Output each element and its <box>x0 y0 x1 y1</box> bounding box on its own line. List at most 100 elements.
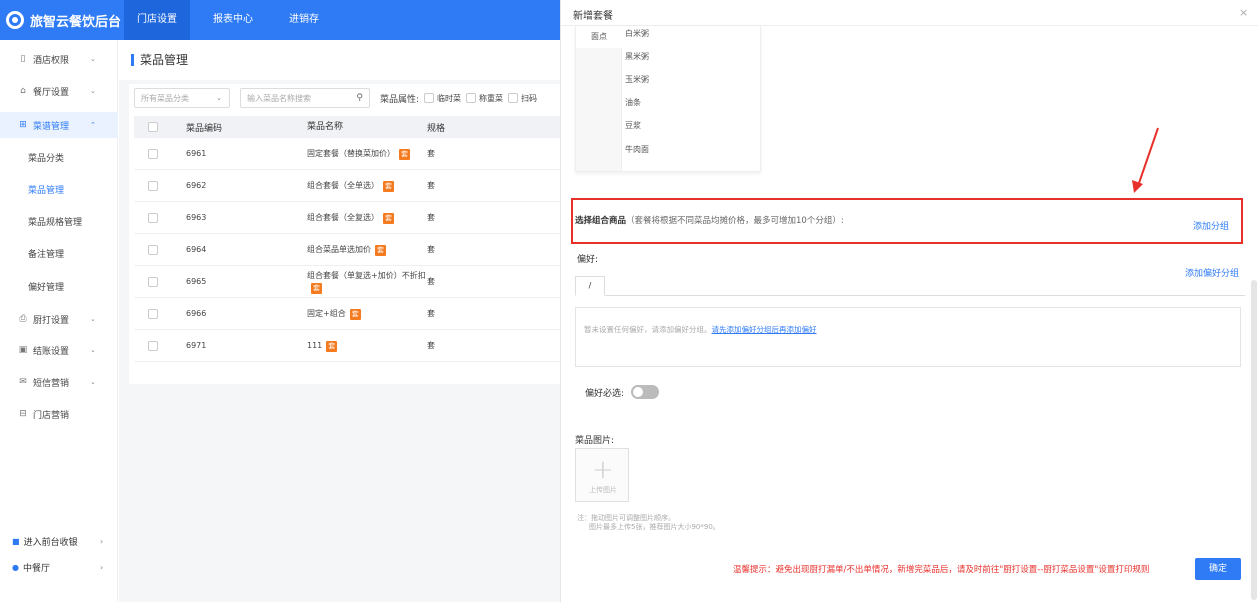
preference-tab[interactable]: / <box>575 276 605 296</box>
dish-list-panel: 所有菜品分类 ⌄ 输入菜品名称搜索 ⚲ 菜品属性: 临时菜 称重菜 扫码 菜品编… <box>129 84 560 384</box>
restaurant-switch[interactable]: ● 中餐厅 › <box>0 557 118 577</box>
table-row[interactable]: 6971 111 套 套 <box>134 330 560 362</box>
table-row[interactable]: 6963 组合套餐（全复选） 套 套 <box>134 202 560 234</box>
brand-logo[interactable]: 旅智云餐饮后台 <box>6 10 121 30</box>
row-code: 6964 <box>186 245 207 254</box>
printer-icon: ⎙ <box>19 314 27 324</box>
table-row[interactable]: 6966 固定+组合套 套 <box>134 298 560 330</box>
search-placeholder: 输入菜品名称搜索 <box>247 93 311 103</box>
sidebar-sub-preferences[interactable]: 偏好管理 <box>0 273 118 299</box>
tab-inventory[interactable]: 进销存 <box>276 0 332 40</box>
add-preference-group-link[interactable]: 添加偏好分组 <box>1185 266 1239 279</box>
chevron-right-icon: › <box>100 562 104 572</box>
chevron-down-icon: ⌄ <box>90 55 96 63</box>
tab-report-center[interactable]: 报表中心 <box>200 0 266 40</box>
row-name: 组合套餐（全单选） <box>307 180 379 190</box>
chevron-up-icon: ⌃ <box>90 121 96 129</box>
attr-label: 菜品属性: <box>380 94 420 105</box>
row-checkbox[interactable] <box>147 148 158 159</box>
add-preference-link[interactable]: 请先添加偏好分组后再添加偏好 <box>712 325 817 334</box>
table-row[interactable]: 6964 组合菜品单选加价套 套 <box>134 234 560 266</box>
combo-tag: 套 <box>375 244 386 256</box>
chevron-down-icon: ⌄ <box>90 378 96 386</box>
sidebar-item-kitchen-print[interactable]: ⎙ 厨打设置 ⌄ <box>0 306 118 332</box>
option-label: 称重菜 <box>479 93 504 103</box>
building-icon: ▯ <box>20 54 26 64</box>
row-name: 组合套餐（全复选） <box>307 212 379 222</box>
row-name: 组合菜品单选加价 <box>307 244 371 254</box>
option-label: 临时菜 <box>437 93 462 103</box>
sidebar-sub-dish-category[interactable]: 菜品分类 <box>0 144 118 170</box>
row-code: 6961 <box>186 149 207 158</box>
row-code: 6966 <box>186 309 207 318</box>
row-name: 111 <box>307 340 323 350</box>
sidebar-item-label: 酒店权限 <box>33 55 70 66</box>
enter-cashier-link[interactable]: ■ 进入前台收银 › <box>0 531 118 551</box>
grid-icon: ⊞ <box>19 120 27 130</box>
sidebar-item-menu-management[interactable]: ⊞ 菜谱管理 ⌃ <box>0 112 118 138</box>
row-checkbox[interactable] <box>147 212 158 223</box>
row-spec: 套 <box>427 341 435 350</box>
row-checkbox[interactable] <box>147 308 158 319</box>
add-group-link[interactable]: 添加分组 <box>1193 219 1229 232</box>
combo-section-label: 选择组合商品（套餐将根据不同菜品均摊价格，最多可增加10个分组）: <box>575 214 844 226</box>
sidebar-item-hotel-permissions[interactable]: ▯ 酒店权限 ⌄ <box>0 46 118 72</box>
category-select[interactable]: 所有菜品分类 ⌄ <box>134 88 230 108</box>
home-icon: ⌂ <box>20 86 26 96</box>
preference-label: 偏好: <box>577 255 599 265</box>
sidebar-item-checkout-settings[interactable]: ▣ 结账设置 ⌄ <box>0 337 118 363</box>
search-icon[interactable]: ⚲ <box>356 93 363 103</box>
row-checkbox[interactable] <box>147 276 158 287</box>
chevron-down-icon: ⌄ <box>90 346 96 354</box>
search-input[interactable]: 输入菜品名称搜索 ⚲ <box>240 88 370 108</box>
note-line: 图片最多上传5张，推荐图片大小90*90。 <box>589 523 720 531</box>
select-all-checkbox[interactable] <box>147 122 158 132</box>
row-code: 6963 <box>186 213 207 222</box>
row-name: 组合套餐（单复选+加价）不折扣 <box>307 270 426 280</box>
app: { "brand": {"name": "旅智云餐饮后台"}, "topnav"… <box>0 0 1258 602</box>
table-row[interactable]: 6965 组合套餐（单复选+加价）不折扣套 套 <box>134 266 560 298</box>
sidebar-item-restaurant-settings[interactable]: ⌂ 餐厅设置 ⌄ <box>0 78 118 104</box>
sidebar-item-label: 门店营销 <box>33 410 70 421</box>
row-spec: 套 <box>427 181 435 190</box>
chevron-down-icon: ⌄ <box>90 315 96 323</box>
sidebar-item-label: 结账设置 <box>33 346 70 357</box>
row-code: 6965 <box>186 277 207 286</box>
category-select-placeholder: 所有菜品分类 <box>141 93 189 103</box>
row-spec: 套 <box>427 213 435 222</box>
row-checkbox[interactable] <box>147 340 158 351</box>
image-upload-button[interactable]: + 上传图片 <box>575 448 629 502</box>
row-checkbox[interactable] <box>147 180 158 191</box>
table-row[interactable]: 6962 组合套餐（全单选） 套 套 <box>134 170 560 202</box>
upload-text: 上传图片 <box>589 486 617 494</box>
sidebar-item-store-marketing[interactable]: ⊟ 门店营销 <box>0 401 118 427</box>
checkbox[interactable] <box>424 93 435 103</box>
sidebar-sub-remarks[interactable]: 备注管理 <box>0 240 118 266</box>
sidebar-item-sms-marketing[interactable]: ✉ 短信营销 ⌄ <box>0 369 118 395</box>
filter-weighed-dish[interactable]: 称重菜 <box>466 93 503 104</box>
row-checkbox[interactable] <box>147 244 158 255</box>
scrollbar[interactable] <box>1251 280 1257 600</box>
dish-image-label: 菜品图片: <box>575 436 615 446</box>
tab-divider <box>575 295 1245 296</box>
mail-icon: ✉ <box>19 377 27 387</box>
row-spec: 套 <box>427 277 435 286</box>
sidebar-sub-dish-spec[interactable]: 菜品规格管理 <box>0 208 118 234</box>
must-select-toggle[interactable] <box>631 385 659 399</box>
filter-scan[interactable]: 扫码 <box>508 93 537 104</box>
option-label: 扫码 <box>521 93 538 103</box>
combo-hint: （套餐将根据不同菜品均摊价格，最多可增加10个分组）: <box>626 216 844 226</box>
combo-tag: 套 <box>383 180 394 192</box>
row-spec: 套 <box>427 149 435 158</box>
table-header: 菜品编码 菜品名称 规格 <box>134 116 560 138</box>
table-row[interactable]: 6961 固定套餐（替换菜加价） 套 套 <box>134 138 560 170</box>
row-code: 6971 <box>186 341 207 350</box>
sidebar-sub-dish-management[interactable]: 菜品管理 <box>0 176 118 202</box>
filter-temp-dish[interactable]: 临时菜 <box>424 93 461 104</box>
checkbox[interactable] <box>508 93 519 103</box>
confirm-button[interactable]: 确定 <box>1195 558 1241 580</box>
plus-icon: + <box>592 455 614 485</box>
checkbox[interactable] <box>466 93 477 103</box>
tab-store-settings[interactable]: 门店设置 <box>124 0 190 40</box>
receipt-icon: ▣ <box>18 345 28 355</box>
